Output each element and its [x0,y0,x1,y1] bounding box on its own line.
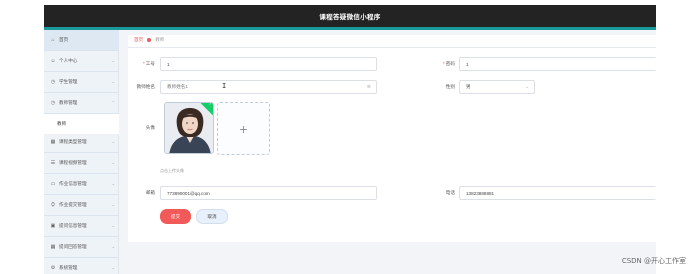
sidebar-item-label: 作业提交管理 [59,201,87,207]
sidebar-item-label: 系统管理 [59,264,78,270]
name-input[interactable]: 教师姓名1 ⊗ [160,80,377,94]
sidebar-item-home[interactable]: ⌂ 首页 [44,30,119,51]
home-icon: ⌂ [51,36,55,43]
avatar-image [165,103,213,153]
name-label: 教师姓名 [136,84,155,89]
sidebar-item-answers[interactable]: ▦ 提问回答管理 ⌄ [44,237,119,258]
sidebar-item-homework-submit[interactable]: ⛭ 作业提交管理 ⌄ [44,195,119,216]
name-value: 教师姓名1 [167,84,188,89]
phone-label: 电话 [445,190,455,195]
sidebar-item-label: 课程类型管理 [59,138,87,144]
avatar-upload-hint: 点击上传头像 [160,168,184,173]
chevron-down-icon: ⌄ [525,84,529,89]
password-label: *密码 [443,61,455,66]
sidebar-item-label: 作业信息管理 [59,180,87,186]
chevron-down-icon: ⌄ [111,58,115,63]
cancel-button[interactable]: 取消 [196,209,228,224]
sidebar-item-label: 课程视频管理 [59,159,87,165]
list-icon: ☰ [50,159,56,166]
breadcrumb-current: 教师 [155,37,165,42]
sidebar-item-homework-info[interactable]: ▭ 作业信息管理 ⌄ [44,174,119,195]
sidebar-item-label: 教师管理 [59,99,78,105]
sidebar-item-label: 提问信息管理 [59,222,87,228]
email-input[interactable]: 773890001@qq.com [160,186,377,200]
settings-icon: ⚙ [50,264,56,271]
submit-button[interactable]: 提交 [160,209,191,224]
document-icon: ▭ [50,180,56,187]
user-icon: ☺ [50,57,56,64]
app-frame: 课程答疑微信小程序 ⌂ 首页 ☺ 个人中心 ⌄ ◷ 学生管理 ⌄ ◷ 教师管理 … [44,5,656,274]
phone-input[interactable]: 13823888881 [459,186,656,200]
text-cursor-icon: I [222,82,227,90]
chevron-down-icon: ⌄ [111,139,115,144]
sidebar-item-label: 提问回答管理 [59,243,87,249]
grid-icon: ▦ [50,243,56,250]
upload-icon: ⛭ [50,201,55,208]
sidebar-item-teachers[interactable]: ◷ 教师管理 ⌃ [44,93,119,114]
chevron-down-icon: ⌄ [111,244,115,249]
grid-icon: ▦ [50,138,56,145]
divider [128,47,656,48]
gender-select[interactable]: 男 ⌄ [459,80,535,94]
job-no-label: *工号 [143,61,155,66]
accent-strip [44,27,656,30]
check-icon: ✓ [208,102,213,107]
watermark: CSDN @开心工作室 [621,257,686,265]
upload-avatar-button[interactable]: + [217,102,270,155]
chevron-down-icon: ⌄ [111,265,115,270]
chat-icon: ▣ [50,222,56,229]
avatar-photo[interactable]: ✓ [164,102,214,154]
clock-icon: ◷ [50,78,56,85]
clear-icon: ⊗ [366,84,371,90]
top-bar: 课程答疑微信小程序 [44,5,656,27]
app-title: 课程答疑微信小程序 [319,14,381,21]
gender-value: 男 [466,84,471,89]
sidebar-item-profile[interactable]: ☺ 个人中心 ⌄ [44,51,119,72]
sidebar-item-course-videos[interactable]: ☰ 课程视频管理 ⌄ [44,153,119,174]
sidebar-item-label: 首页 [59,36,69,42]
chevron-down-icon: ⌄ [111,79,115,84]
sidebar-item-students[interactable]: ◷ 学生管理 ⌄ [44,72,119,93]
chevron-down-icon: ⌄ [111,202,115,207]
breadcrumb: 首页 教师 [134,37,164,43]
job-no-input[interactable]: 1 [160,57,377,71]
sidebar: ⌂ 首页 ☺ 个人中心 ⌄ ◷ 学生管理 ⌄ ◷ 教师管理 ⌃ 教师 ▦ 课程类… [44,30,119,274]
clock-icon: ◷ [50,99,56,106]
plus-icon: + [239,120,248,137]
sidebar-item-system[interactable]: ⚙ 系统管理 ⌄ [44,258,119,274]
breadcrumb-home-link[interactable]: 首页 [134,37,143,43]
breadcrumb-separator [147,38,152,42]
sidebar-item-label: 个人中心 [59,57,78,63]
chevron-down-icon: ⌄ [111,160,115,165]
sidebar-item-course-types[interactable]: ▦ 课程类型管理 ⌄ [44,132,119,153]
email-label: 邮箱 [145,190,155,195]
avatar-label: 头像 [145,125,155,130]
chevron-down-icon: ⌄ [111,181,115,186]
gender-label: 性别 [445,84,455,89]
chevron-up-icon: ⌃ [111,100,115,105]
sidebar-item-label: 学生管理 [59,78,78,84]
sidebar-item-label: 教师 [57,120,67,126]
chevron-down-icon: ⌄ [111,223,115,228]
password-input[interactable]: 1 [459,57,656,71]
sidebar-item-questions[interactable]: ▣ 提问信息管理 ⌄ [44,216,119,237]
